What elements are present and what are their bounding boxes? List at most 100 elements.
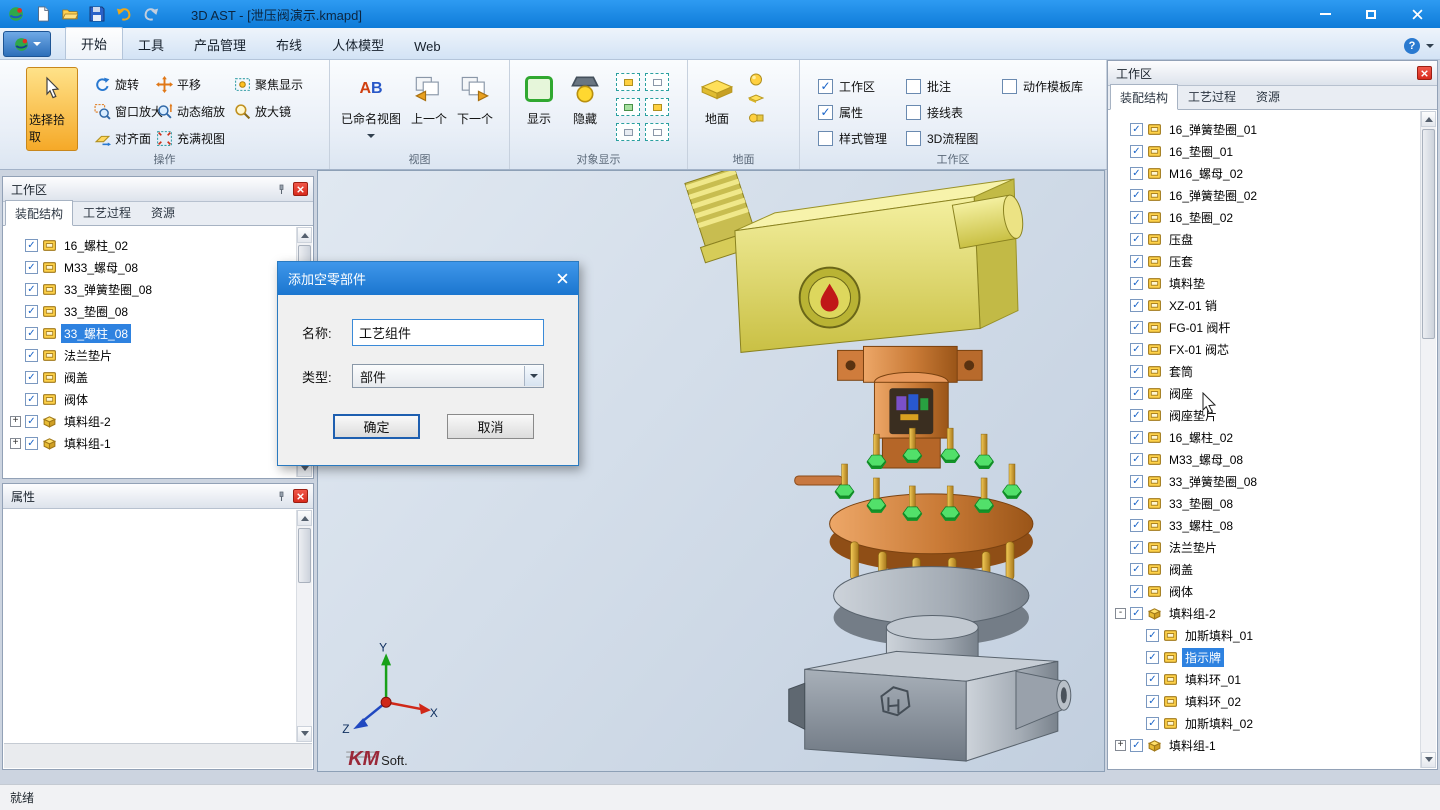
visibility-checkbox[interactable] <box>1130 541 1143 554</box>
tab-process[interactable]: 工艺过程 <box>73 199 141 225</box>
tree-item[interactable]: + 填料组-1 <box>1109 734 1420 756</box>
scrollbar[interactable] <box>1420 111 1436 768</box>
tree-item-label[interactable]: 压盘 <box>1166 230 1196 249</box>
visibility-checkbox[interactable] <box>1130 431 1143 444</box>
panel-close-button[interactable] <box>1417 66 1432 80</box>
scroll-down-arrow[interactable] <box>1421 752 1436 768</box>
scroll-down-arrow[interactable] <box>297 726 312 742</box>
tree-item-label[interactable]: 33_垫圈_08 <box>1166 494 1236 513</box>
tree-item-label[interactable]: XZ-01 销 <box>1166 296 1220 315</box>
scrollbar[interactable] <box>296 510 312 742</box>
tree-item[interactable]: 16_螺柱_02 <box>1109 426 1420 448</box>
visibility-checkbox[interactable] <box>1130 299 1143 312</box>
undo-button[interactable] <box>112 3 136 25</box>
visibility-checkbox[interactable] <box>25 371 38 384</box>
scroll-thumb[interactable] <box>1422 129 1435 339</box>
cancel-button[interactable]: 取消 <box>447 414 534 439</box>
tree-item-label[interactable]: 填料环_02 <box>1182 692 1244 711</box>
visibility-checkbox[interactable] <box>1130 607 1143 620</box>
tree-item-label[interactable]: 16_垫圈_01 <box>1166 142 1236 161</box>
toggle-properties[interactable]: 属性 <box>818 104 906 121</box>
tree-item-label[interactable]: FG-01 阀杆 <box>1166 318 1233 337</box>
show-button[interactable]: 显示 <box>516 65 562 129</box>
tree-item[interactable]: 阀盖 <box>1109 558 1420 580</box>
toggle-workspace[interactable]: 工作区 <box>818 78 906 95</box>
tree-item-label[interactable]: 33_螺柱_08 <box>1166 516 1236 535</box>
visibility-checkbox[interactable] <box>25 349 38 362</box>
tree-item[interactable]: 指示牌 <box>1109 646 1420 668</box>
dynamic-zoom-button[interactable]: 动态缩放 <box>154 102 232 121</box>
panel-close-button[interactable] <box>293 182 308 196</box>
tree-item[interactable]: 33_垫圈_08 <box>4 300 296 322</box>
visibility-checkbox[interactable] <box>1130 453 1143 466</box>
tree-item-label[interactable]: 16_螺柱_02 <box>1166 428 1236 447</box>
visibility-checkbox[interactable] <box>1130 585 1143 598</box>
tree-item[interactable]: - 填料组-2 <box>1109 602 1420 624</box>
pin-icon[interactable] <box>274 489 289 504</box>
tree-item[interactable]: 阀体 <box>1109 580 1420 602</box>
tree-item-label[interactable]: 加斯填料_01 <box>1182 626 1256 645</box>
tree-item[interactable]: 33_弹簧垫圈_08 <box>4 278 296 300</box>
display-mode-toggle[interactable] <box>616 73 640 91</box>
visibility-checkbox[interactable] <box>1130 475 1143 488</box>
focus-display-button[interactable]: 聚焦显示 <box>232 75 318 94</box>
tree-item[interactable]: 法兰垫片 <box>1109 536 1420 558</box>
tree-item[interactable]: 阀座垫片 <box>1109 404 1420 426</box>
tree-item[interactable]: 加斯填料_01 <box>1109 624 1420 646</box>
visibility-checkbox[interactable] <box>1130 167 1143 180</box>
tab-process[interactable]: 工艺过程 <box>1178 83 1246 109</box>
close-button[interactable] <box>1394 0 1440 28</box>
tree-item-label[interactable]: 填料组-1 <box>1166 736 1219 755</box>
window-zoom-button[interactable]: 窗口放大 <box>92 102 154 121</box>
visibility-checkbox[interactable] <box>25 415 38 428</box>
tree-item-label[interactable]: 填料环_01 <box>1182 670 1244 689</box>
visibility-checkbox[interactable] <box>25 261 38 274</box>
tab-start[interactable]: 开始 <box>65 27 123 59</box>
tree-item[interactable]: 16_垫圈_02 <box>1109 206 1420 228</box>
visibility-checkbox[interactable] <box>1130 387 1143 400</box>
help-icon[interactable]: ? <box>1404 38 1420 54</box>
tree-item-label[interactable]: 33_螺柱_08 <box>61 324 131 343</box>
tree-item[interactable]: 填料垫 <box>1109 272 1420 294</box>
toggle-annotations[interactable]: 批注 <box>906 78 1002 95</box>
tree-item-label[interactable]: 加斯填料_02 <box>1182 714 1256 733</box>
tree-item[interactable]: 压盘 <box>1109 228 1420 250</box>
tree-item-label[interactable]: 16_弹簧垫圈_02 <box>1166 186 1260 205</box>
tree-item-label[interactable]: 阀盖 <box>61 368 91 387</box>
visibility-checkbox[interactable] <box>1130 145 1143 158</box>
tab-assembly-structure[interactable]: 装配结构 <box>5 200 73 226</box>
display-mode-toggle[interactable] <box>645 73 669 91</box>
visibility-checkbox[interactable] <box>1130 563 1143 576</box>
visibility-checkbox[interactable] <box>25 305 38 318</box>
tree-item-label[interactable]: 阀盖 <box>1166 560 1196 579</box>
align-face-button[interactable]: 对齐面 <box>92 129 154 148</box>
visibility-checkbox[interactable] <box>1146 695 1159 708</box>
hide-button[interactable]: 隐藏 <box>562 65 608 129</box>
visibility-checkbox[interactable] <box>1130 365 1143 378</box>
visibility-checkbox[interactable] <box>1130 409 1143 422</box>
tree-item-label[interactable]: M16_螺母_02 <box>1166 164 1246 183</box>
tree-item[interactable]: M16_螺母_02 <box>1109 162 1420 184</box>
tree-item-label[interactable]: 填料垫 <box>1166 274 1208 293</box>
display-mode-toggle[interactable] <box>645 123 669 141</box>
pin-icon[interactable] <box>274 182 289 197</box>
display-mode-toggle[interactable] <box>645 98 669 116</box>
visibility-checkbox[interactable] <box>25 327 38 340</box>
tree-item[interactable]: 33_垫圈_08 <box>1109 492 1420 514</box>
visibility-checkbox[interactable] <box>25 437 38 450</box>
tree-item-label[interactable]: 法兰垫片 <box>61 346 115 365</box>
tree-item-label[interactable]: 法兰垫片 <box>1166 538 1220 557</box>
file-menu-button[interactable] <box>3 31 51 57</box>
tree-item[interactable]: 33_弹簧垫圈_08 <box>1109 470 1420 492</box>
tree-item[interactable]: FX-01 阀芯 <box>1109 338 1420 360</box>
tree-item[interactable]: 16_弹簧垫圈_01 <box>1109 118 1420 140</box>
visibility-checkbox[interactable] <box>1146 717 1159 730</box>
tree-item[interactable]: XZ-01 销 <box>1109 294 1420 316</box>
tree-item[interactable]: + 填料组-1 <box>4 432 296 454</box>
visibility-checkbox[interactable] <box>1130 343 1143 356</box>
visibility-checkbox[interactable] <box>1130 123 1143 136</box>
tab-assembly-structure[interactable]: 装配结构 <box>1110 84 1178 110</box>
tree-item[interactable]: 16_螺柱_02 <box>4 234 296 256</box>
visibility-checkbox[interactable] <box>1146 629 1159 642</box>
scroll-thumb[interactable] <box>298 528 311 583</box>
